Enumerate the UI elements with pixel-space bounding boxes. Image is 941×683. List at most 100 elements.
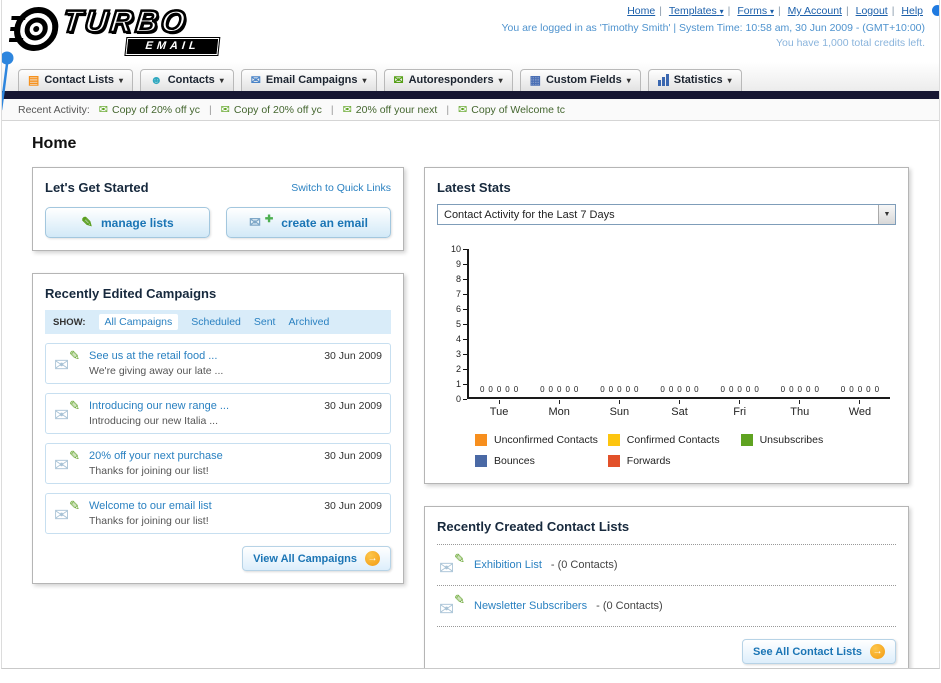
see-all-contact-lists-button[interactable]: See All Contact Lists → bbox=[741, 639, 896, 664]
caret-down-icon: ▾ bbox=[727, 75, 732, 85]
nav-logout-link[interactable]: Logout bbox=[856, 5, 888, 17]
activity-separator: | bbox=[446, 103, 450, 116]
campaign-list-item[interactable]: ✉ ✎ See us at the retail food ... We're g… bbox=[45, 343, 391, 384]
tab-contact-lists[interactable]: ▤ Contact Lists ▾ bbox=[18, 69, 134, 91]
contact-list-link[interactable]: Newsletter Subscribers bbox=[474, 600, 587, 612]
plus-icon: ✚ bbox=[264, 214, 274, 225]
email-campaigns-icon: ✉ bbox=[250, 73, 261, 87]
contact-list-item[interactable]: ✉ ✎ Newsletter Subscribers - (0 Contacts) bbox=[437, 586, 896, 627]
create-email-button[interactable]: ✉ ✚ create an email bbox=[226, 207, 391, 238]
nav-help-link[interactable]: Help bbox=[901, 5, 923, 17]
filter-sent[interactable]: Sent bbox=[254, 316, 276, 328]
tab-custom-fields[interactable]: ▦ Custom Fields ▾ bbox=[519, 69, 641, 91]
x-tick-label: Fri bbox=[710, 400, 770, 418]
stats-range-select[interactable]: Contact Activity for the Last 7 Days ▼ bbox=[437, 204, 896, 225]
envelope-icon: ✉ bbox=[98, 104, 108, 116]
value-labels-group: 00000 bbox=[479, 385, 519, 394]
legend-item: Unconfirmed Contacts bbox=[475, 434, 608, 446]
activity-separator: | bbox=[330, 103, 334, 116]
page: TURBO EMAIL Home | Templates ▾ | Forms ▾ | … bbox=[1, 0, 940, 669]
value-labels-group: 00000 bbox=[660, 385, 699, 394]
legend-item: Forwards bbox=[607, 455, 741, 467]
filter-archived[interactable]: Archived bbox=[288, 316, 329, 328]
caret-down-icon: ▾ bbox=[219, 75, 224, 85]
get-started-title: Let's Get Started bbox=[45, 180, 149, 195]
campaign-list-item[interactable]: ✉ ✎ 20% off your next purchase Thanks for… bbox=[45, 443, 391, 484]
tab-contacts[interactable]: ☻ Contacts ▾ bbox=[140, 69, 234, 91]
autoresponders-icon: ✉ bbox=[393, 73, 404, 87]
contact-list-item[interactable]: ✉ ✎ Exhibition List - (0 Contacts) bbox=[437, 545, 896, 586]
x-tick-label: Thu bbox=[770, 400, 830, 418]
campaign-title-link[interactable]: See us at the retail food ... bbox=[89, 350, 315, 362]
campaign-subtitle: Introducing our new Italia ... bbox=[89, 415, 218, 427]
envelope-pencil-icon: ✉ ✎ bbox=[439, 551, 465, 578]
envelope-pencil-icon: ✉ ✎ bbox=[54, 448, 80, 475]
campaign-date: 30 Jun 2009 bbox=[324, 400, 382, 412]
legend-swatch bbox=[475, 455, 487, 467]
manage-lists-button[interactable]: ✎ manage lists bbox=[45, 207, 210, 238]
campaign-title-link[interactable]: Welcome to our email list bbox=[89, 500, 315, 512]
x-tick-label: Sat bbox=[649, 400, 709, 418]
legend-item: Bounces bbox=[475, 455, 608, 467]
logo-text-turbo: TURBO bbox=[60, 3, 191, 41]
contact-list-count: - (0 Contacts) bbox=[550, 559, 618, 571]
nav-separator: | bbox=[659, 5, 662, 17]
campaign-list-item[interactable]: ✉ ✎ Welcome to our email list Thanks for … bbox=[45, 493, 391, 534]
contact-lists-title: Recently Created Contact Lists bbox=[437, 519, 630, 534]
tab-email-campaigns[interactable]: ✉ Email Campaigns ▾ bbox=[240, 69, 377, 91]
logo-swoosh-icon bbox=[8, 7, 59, 51]
recent-activity-item[interactable]: ✉ Copy of Welcome tc bbox=[458, 103, 565, 117]
page-title: Home bbox=[32, 135, 77, 152]
value-labels-group: 00000 bbox=[840, 385, 880, 394]
recent-activity-item[interactable]: ✉ Copy of 20% off yc bbox=[98, 103, 200, 117]
recent-activity-item[interactable]: ✉ Copy of 20% off yc bbox=[221, 103, 322, 117]
switch-quick-links-link[interactable]: Switch to Quick Links bbox=[291, 182, 391, 194]
campaign-list-item[interactable]: ✉ ✎ Introducing our new range ... Introdu… bbox=[45, 393, 391, 434]
tab-statistics[interactable]: Statistics ▾ bbox=[647, 69, 742, 91]
view-all-campaigns-button[interactable]: View All Campaigns → bbox=[242, 546, 391, 571]
y-axis: 10 9 8 7 6 5 4 3 2 1 0 bbox=[441, 244, 467, 404]
caret-down-icon: ▾ bbox=[770, 7, 775, 16]
filter-scheduled[interactable]: Scheduled bbox=[191, 316, 241, 328]
legend-swatch bbox=[607, 434, 620, 446]
show-label: SHOW: bbox=[53, 316, 86, 328]
recent-activity-item[interactable]: ✉ 20% off your next bbox=[343, 103, 438, 117]
value-labels-group: 00000 bbox=[600, 385, 639, 394]
turbo-email-logo: TURBO EMAIL bbox=[7, 3, 283, 58]
campaign-title-link[interactable]: Introducing our new range ... bbox=[89, 400, 315, 412]
recently-created-contact-lists-panel: Recently Created Contact Lists ✉ ✎ Exhibi… bbox=[424, 506, 909, 668]
header-right: Home | Templates ▾ | Forms ▾ | My Account | … bbox=[501, 5, 925, 49]
latest-stats-title: Latest Stats bbox=[437, 180, 511, 195]
caret-down-icon: ▾ bbox=[362, 75, 367, 85]
envelope-pencil-icon: ✉ ✎ bbox=[54, 498, 80, 525]
nav-forms-link[interactable]: Forms ▾ bbox=[737, 5, 774, 17]
campaign-subtitle: We're giving away our late ... bbox=[89, 365, 224, 377]
credits-info: You have 1,000 total credits left. bbox=[775, 37, 925, 49]
plot-area: 00000 00000 00000 00000 00000 00000 00000 bbox=[467, 249, 890, 399]
contact-lists-icon: ▤ bbox=[28, 73, 40, 87]
nav-my-account-link[interactable]: My Account bbox=[788, 5, 842, 17]
header: TURBO EMAIL Home | Templates ▾ | Forms ▾ | … bbox=[2, 0, 939, 111]
tab-autoresponders[interactable]: ✉ Autoresponders ▾ bbox=[383, 69, 513, 91]
nav-templates-link[interactable]: Templates ▾ bbox=[669, 5, 724, 17]
nav-home-link[interactable]: Home bbox=[627, 5, 655, 17]
recent-activity-bar: Recent Activity: ✉ Copy of 20% off yc | ✉… bbox=[2, 99, 939, 121]
pointer-decoration bbox=[932, 5, 939, 16]
campaign-date: 30 Jun 2009 bbox=[324, 500, 382, 512]
x-tick-label: Sun bbox=[589, 400, 649, 418]
nav-separator: | bbox=[778, 5, 781, 17]
legend-item: Unsubscribes bbox=[740, 434, 874, 446]
campaign-title-link[interactable]: 20% off your next purchase bbox=[89, 450, 315, 462]
envelope-icon: ✉ bbox=[249, 214, 261, 230]
x-axis-labels: Tue Mon Sun Sat Fri Thu Wed bbox=[469, 400, 890, 418]
caret-down-icon: ▾ bbox=[498, 75, 503, 85]
filter-all-campaigns[interactable]: All Campaigns bbox=[98, 314, 179, 330]
arrow-right-icon: → bbox=[870, 644, 885, 659]
select-dropdown-arrow-icon[interactable]: ▼ bbox=[878, 205, 895, 224]
main-content: Home Let's Get Started Switch to Quick L… bbox=[2, 121, 939, 668]
pencil-icon: ✎ bbox=[81, 214, 94, 230]
contact-list-link[interactable]: Exhibition List bbox=[474, 559, 542, 571]
envelope-icon: ✉ bbox=[458, 104, 468, 116]
contact-lists: ✉ ✎ Exhibition List - (0 Contacts) ✉ ✎ New… bbox=[437, 544, 896, 627]
contact-activity-chart: 10 9 8 7 6 5 4 3 2 1 0 000000000000000000000000000… bbox=[441, 244, 890, 467]
